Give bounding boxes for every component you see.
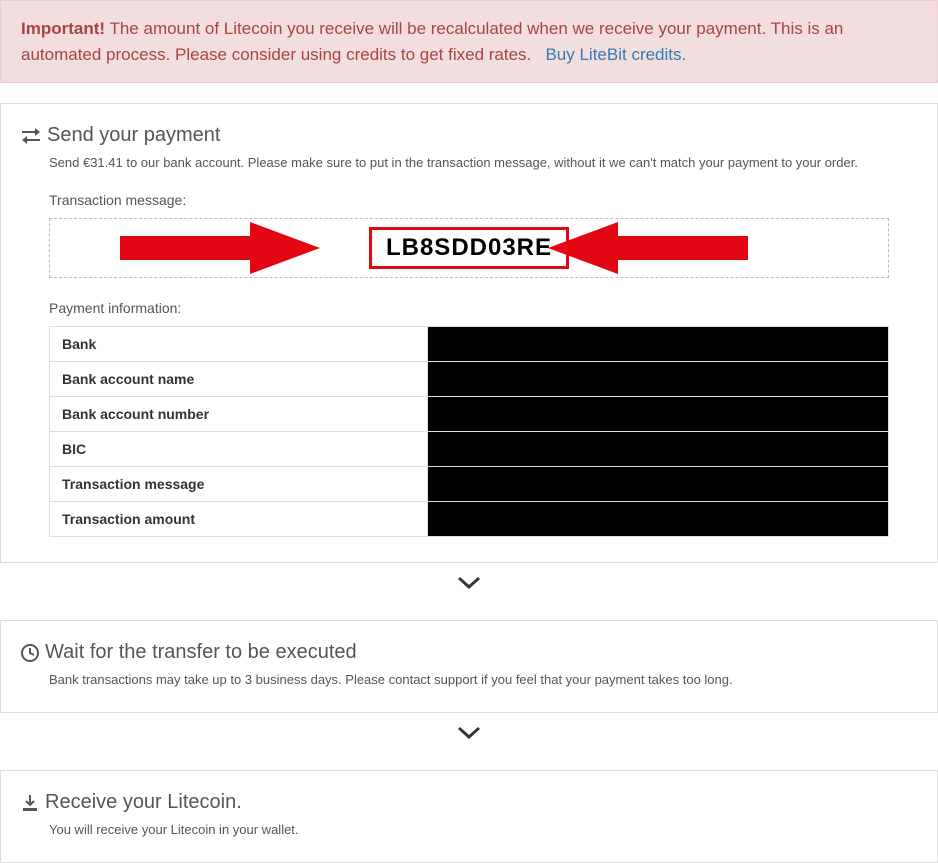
arrow-left-icon xyxy=(548,218,748,278)
row-key: BIC xyxy=(50,432,428,467)
alert-text: The amount of Litecoin you receive will … xyxy=(21,19,843,64)
receive-heading: Receive your Litecoin. xyxy=(21,791,917,814)
wait-transfer-section: Wait for the transfer to be executed Ban… xyxy=(0,620,938,713)
table-row: Bank account number xyxy=(50,397,889,432)
clock-icon xyxy=(21,644,39,662)
download-icon xyxy=(21,794,39,812)
tx-message-box: LB8SDD03RE xyxy=(49,218,889,278)
important-alert: Important! The amount of Litecoin you re… xyxy=(0,0,938,83)
row-val xyxy=(427,327,888,362)
send-payment-heading: Send your payment xyxy=(21,124,917,147)
alert-strong: Important! xyxy=(21,19,105,38)
row-val xyxy=(427,397,888,432)
row-key: Bank account number xyxy=(50,397,428,432)
wait-transfer-sub: Bank transactions may take up to 3 busin… xyxy=(49,672,917,687)
tx-code: LB8SDD03RE xyxy=(369,227,569,269)
table-row: BIC xyxy=(50,432,889,467)
row-key: Bank account name xyxy=(50,362,428,397)
step-separator xyxy=(0,713,938,750)
row-val xyxy=(427,467,888,502)
heading-text: Receive your Litecoin. xyxy=(45,791,242,814)
table-row: Transaction message xyxy=(50,467,889,502)
payment-info-table: Bank Bank account name Bank account numb… xyxy=(49,326,889,537)
heading-text: Wait for the transfer to be executed xyxy=(45,641,357,664)
wait-transfer-heading: Wait for the transfer to be executed xyxy=(21,641,917,664)
chevron-down-icon xyxy=(458,725,480,741)
row-val xyxy=(427,502,888,537)
chevron-down-icon xyxy=(458,575,480,591)
payinfo-label: Payment information: xyxy=(49,300,917,316)
tx-message-label: Transaction message: xyxy=(49,192,917,208)
step-separator xyxy=(0,563,938,600)
receive-section: Receive your Litecoin. You will receive … xyxy=(0,770,938,863)
row-val xyxy=(427,432,888,467)
heading-text: Send your payment xyxy=(47,124,220,147)
row-key: Transaction amount xyxy=(50,502,428,537)
row-key: Transaction message xyxy=(50,467,428,502)
arrow-right-icon xyxy=(120,218,320,278)
send-payment-sub: Send €31.41 to our bank account. Please … xyxy=(49,155,917,170)
receive-sub: You will receive your Litecoin in your w… xyxy=(49,822,917,837)
row-val xyxy=(427,362,888,397)
table-row: Bank account name xyxy=(50,362,889,397)
row-key: Bank xyxy=(50,327,428,362)
table-row: Transaction amount xyxy=(50,502,889,537)
buy-credits-link[interactable]: Buy LiteBit credits. xyxy=(545,45,686,64)
table-row: Bank xyxy=(50,327,889,362)
send-payment-section: Send your payment Send €31.41 to our ban… xyxy=(0,103,938,563)
exchange-icon xyxy=(21,127,41,145)
